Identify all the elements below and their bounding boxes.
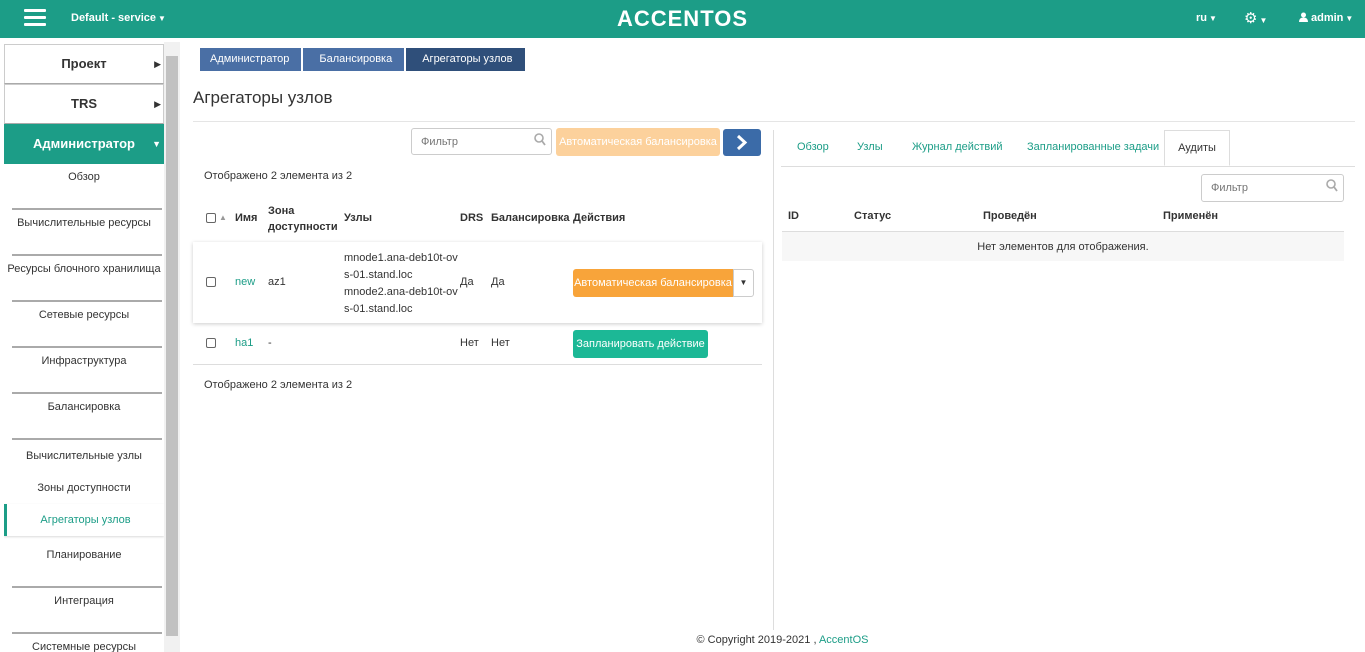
- tab-action-log[interactable]: Журнал действий: [912, 130, 1003, 166]
- audit-filter-input[interactable]: [1202, 175, 1312, 201]
- breadcrumb: Администратор Балансировка Агрегаторы уз…: [200, 48, 527, 71]
- filter-field[interactable]: [411, 128, 552, 155]
- schedule-action-button[interactable]: Запланировать действие: [573, 330, 708, 358]
- search-icon[interactable]: [1326, 179, 1338, 193]
- sidebar-item-project[interactable]: Проект ▶: [4, 44, 164, 84]
- panel-divider: [773, 130, 774, 630]
- search-icon[interactable]: [534, 133, 546, 147]
- row-name-link[interactable]: new: [235, 276, 255, 288]
- sidebar: Проект ▶ TRS ▶ Администратор ▼ Обзор Вычисл…: [4, 44, 164, 652]
- project-selector[interactable]: Default - service ▼: [71, 12, 166, 24]
- sidebar-item-block-storage[interactable]: Ресурсы блочного хранилища: [4, 256, 164, 302]
- breadcrumb-host-aggregates: Агрегаторы узлов: [406, 48, 525, 71]
- chevron-right-icon: ▶: [154, 59, 161, 69]
- filter-input[interactable]: [412, 129, 522, 154]
- row-checkbox[interactable]: [206, 277, 216, 287]
- sort-icon[interactable]: ▲: [219, 213, 227, 222]
- language-selector[interactable]: ru ▼: [1196, 12, 1217, 24]
- column-header-done: Проведён: [983, 210, 1037, 222]
- chevron-down-icon[interactable]: ▼: [733, 269, 754, 297]
- row-balancing: Нет: [491, 337, 510, 349]
- column-header-balancing[interactable]: Балансировка: [491, 212, 569, 224]
- row-zone: -: [268, 337, 272, 349]
- row-divider: [193, 364, 762, 365]
- sidebar-item-compute[interactable]: Вычислительные ресурсы: [4, 210, 164, 256]
- breadcrumb-balancing[interactable]: Балансировка: [303, 48, 405, 71]
- column-header-nodes[interactable]: Узлы: [344, 212, 372, 224]
- sidebar-item-host-aggregates[interactable]: Агрегаторы узлов: [4, 504, 164, 536]
- chevron-down-icon: ▼: [152, 139, 161, 149]
- footer-brand-link[interactable]: AccentOS: [819, 634, 869, 646]
- divider: [193, 121, 1355, 122]
- row-drs: Нет: [460, 337, 479, 349]
- count-text-bottom: Отображено 2 элемента из 2: [204, 379, 353, 391]
- row-drs: Да: [460, 276, 474, 288]
- count-text-top: Отображено 2 элемента из 2: [204, 170, 353, 182]
- sidebar-item-admin[interactable]: Администратор ▼: [4, 124, 164, 164]
- column-header-actions: Действия: [573, 212, 626, 224]
- breadcrumb-admin[interactable]: Администратор: [200, 48, 302, 71]
- tab-scheduled-tasks[interactable]: Запланированные задачи: [1027, 130, 1159, 166]
- auto-balance-button[interactable]: Автоматическая балансировка: [573, 269, 733, 297]
- footer: © Copyright 2019-2021 , AccentOS: [0, 634, 1365, 646]
- row-zone: az1: [268, 276, 286, 288]
- sidebar-item-overview[interactable]: Обзор: [4, 164, 164, 210]
- sidebar-item-balancing[interactable]: Балансировка: [4, 394, 164, 440]
- auto-balance-button-disabled[interactable]: Автоматическая балансировка: [556, 128, 720, 156]
- sidebar-item-infrastructure[interactable]: Инфраструктура: [4, 348, 164, 394]
- column-header-applied: Применён: [1163, 210, 1219, 222]
- tab-divider: [781, 166, 1355, 167]
- chevron-right-icon: ▶: [154, 99, 161, 109]
- top-bar: Default - service ▼ ACCENTOS ru ▼ ⚙ ▼ admin…: [0, 0, 1365, 38]
- tab-audits[interactable]: Аудиты: [1164, 130, 1230, 166]
- logo: ACCENTOS: [616, 6, 749, 31]
- empty-message: Нет элементов для отображения.: [782, 231, 1344, 261]
- row-name-link[interactable]: ha1: [235, 337, 253, 349]
- row-balancing: Да: [491, 276, 505, 288]
- column-header-drs[interactable]: DRS: [460, 212, 483, 224]
- column-header-id: ID: [788, 210, 799, 222]
- sidebar-item-compute-nodes[interactable]: Вычислительные узлы: [4, 440, 164, 472]
- tab-overview[interactable]: Обзор: [797, 130, 829, 166]
- column-header-name[interactable]: Имя: [235, 212, 257, 224]
- go-button[interactable]: [723, 129, 761, 156]
- row-nodes: mnode1.ana-deb10t-ov s-01.stand.loc mnod…: [344, 252, 458, 315]
- tab-nodes[interactable]: Узлы: [857, 130, 883, 166]
- column-header-zone[interactable]: Зона доступности: [268, 203, 338, 235]
- sidebar-item-availability-zones[interactable]: Зоны доступности: [4, 472, 164, 504]
- row-checkbox[interactable]: [206, 338, 216, 348]
- sidebar-item-planning[interactable]: Планирование: [4, 542, 164, 588]
- sidebar-scrollbar[interactable]: [164, 42, 180, 652]
- copyright-text: © Copyright 2019-2021 ,: [696, 634, 817, 646]
- select-all-checkbox[interactable]: [206, 213, 216, 223]
- audit-filter-field[interactable]: [1201, 174, 1344, 202]
- sidebar-item-trs[interactable]: TRS ▶: [4, 84, 164, 124]
- sidebar-item-network[interactable]: Сетевые ресурсы: [4, 302, 164, 348]
- user-icon: [1299, 12, 1308, 22]
- sidebar-item-integration[interactable]: Интеграция: [4, 588, 164, 634]
- scrollbar-thumb[interactable]: [166, 56, 178, 636]
- menu-icon[interactable]: [24, 9, 46, 27]
- chevron-right-icon: [736, 134, 748, 151]
- page-title: Агрегаторы узлов: [193, 88, 333, 107]
- column-header-status: Статус: [854, 210, 892, 222]
- gear-icon[interactable]: ⚙ ▼: [1244, 9, 1267, 27]
- user-menu[interactable]: admin ▼: [1299, 12, 1353, 24]
